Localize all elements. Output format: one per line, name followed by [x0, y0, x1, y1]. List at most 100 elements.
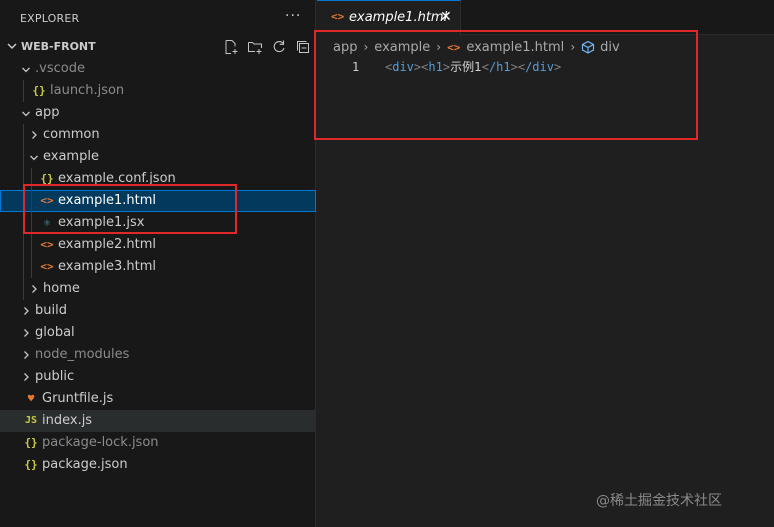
tree-item-label: common [43, 127, 100, 142]
tree-folder-public[interactable]: public [0, 366, 316, 388]
tree-item-label: build [35, 303, 67, 318]
code-line[interactable]: <div><h1>示例1</h1></div> [385, 58, 561, 77]
grunt-file-icon: ♥ [27, 392, 35, 405]
indent-guide [31, 256, 32, 278]
chevron-down-icon[interactable] [29, 151, 39, 163]
breadcrumb-item-file[interactable]: example1.html [466, 40, 564, 55]
file-tree: .vscode {} launch.json app common example {} ex… [0, 58, 316, 476]
tree-item-label: public [35, 369, 75, 384]
tree-item-label: node_modules [35, 347, 130, 362]
tree-file-index-js[interactable]: JS index.js [0, 410, 316, 432]
tree-file-gruntfile-js[interactable]: ♥ Gruntfile.js [0, 388, 316, 410]
watermark: @稀土掘金技术社区 [596, 493, 722, 509]
indent-guide [31, 212, 32, 234]
indent-guide [23, 256, 24, 278]
tree-file-example3-html[interactable]: <> example3.html [0, 256, 316, 278]
project-name: WEB-FRONT [21, 40, 96, 53]
tree-item-label: example3.html [58, 259, 156, 274]
new-file-icon[interactable] [222, 38, 240, 56]
chevron-right-icon[interactable] [21, 327, 31, 339]
tree-file-example1-html[interactable]: <> example1.html [0, 190, 316, 212]
code-tag: div [392, 60, 414, 74]
tree-folder-build[interactable]: build [0, 300, 316, 322]
indent-guide [31, 190, 32, 212]
tree-item-label: example2.html [58, 237, 156, 252]
tree-item-label: global [35, 325, 75, 340]
tree-item-label: example [43, 149, 99, 164]
chevron-down-icon[interactable] [21, 107, 31, 119]
chevron-right-icon[interactable] [29, 283, 39, 295]
html-file-icon: <> [40, 194, 54, 207]
tree-item-label: .vscode [35, 61, 85, 76]
indent-guide [23, 234, 24, 256]
explorer-title: EXPLORER [20, 12, 80, 25]
html-file-icon: <> [331, 10, 345, 23]
indent-guide [23, 80, 24, 102]
html-file-icon: <> [40, 260, 54, 273]
tree-item-label: home [43, 281, 80, 296]
cube-icon [581, 40, 595, 54]
indent-guide [23, 190, 24, 212]
new-folder-icon[interactable] [246, 38, 264, 56]
tree-folder-node-modules[interactable]: node_modules [0, 344, 316, 366]
tree-item-label: example1.jsx [58, 215, 145, 230]
tree-folder-vscode[interactable]: .vscode [0, 58, 316, 80]
indent-guide [23, 278, 24, 300]
close-icon[interactable]: ✕ [440, 9, 452, 25]
tree-folder-app[interactable]: app [0, 102, 316, 124]
tab-bar: <> example1.html ✕ [317, 0, 774, 36]
project-section-header[interactable]: WEB-FRONT [0, 36, 316, 58]
code-bracket: >< [510, 60, 526, 74]
line-number: 1 [352, 60, 360, 74]
tree-folder-home[interactable]: home [0, 278, 316, 300]
code-bracket: >< [413, 60, 429, 74]
breadcrumb-item-div[interactable]: div [600, 40, 620, 55]
code-text: 示例1 [450, 60, 482, 74]
tree-file-package-lock-json[interactable]: {} package-lock.json [0, 432, 316, 454]
tree-item-label: example.conf.json [58, 171, 176, 186]
tree-file-example2-html[interactable]: <> example2.html [0, 234, 316, 256]
html-file-icon: <> [447, 40, 461, 54]
collapse-all-icon[interactable] [294, 38, 312, 56]
json-file-icon: {} [24, 458, 38, 471]
tree-folder-example[interactable]: example [0, 146, 316, 168]
code-tag: /div [525, 60, 554, 74]
tab-example1-html[interactable]: <> example1.html ✕ [317, 0, 461, 36]
html-file-icon: <> [40, 238, 54, 251]
tree-file-example1-jsx[interactable]: ⚛ example1.jsx [0, 212, 316, 234]
tree-item-label: Gruntfile.js [42, 391, 114, 406]
chevron-right-icon[interactable] [29, 129, 39, 141]
code-tag: /h1 [488, 60, 511, 74]
json-file-icon: {} [24, 436, 38, 449]
chevron-right-icon: › [570, 40, 576, 54]
chevron-right-icon: › [436, 40, 442, 54]
code-bracket: > [442, 60, 451, 74]
indent-guide [31, 234, 32, 256]
json-file-icon: {} [40, 172, 54, 185]
more-actions-button[interactable]: ··· [285, 8, 301, 24]
indent-guide [23, 212, 24, 234]
breadcrumb-item-app[interactable]: app [333, 40, 357, 55]
js-file-icon: JS [24, 415, 38, 426]
refresh-icon[interactable] [270, 38, 288, 56]
chevron-right-icon[interactable] [21, 305, 31, 317]
breadcrumb: app › example › <> example1.html › div [333, 38, 620, 56]
code-bracket: > [553, 60, 562, 74]
chevron-down-icon[interactable] [21, 63, 31, 75]
tree-file-package-json[interactable]: {} package.json [0, 454, 316, 476]
tree-folder-common[interactable]: common [0, 124, 316, 146]
indent-guide [31, 168, 32, 190]
code-tag: h1 [428, 60, 443, 74]
indent-guide [23, 168, 24, 190]
chevron-right-icon[interactable] [21, 349, 31, 361]
tree-item-label: package-lock.json [42, 435, 159, 450]
chevron-down-icon [7, 43, 17, 49]
tree-item-label: package.json [42, 457, 128, 472]
indent-guide [23, 146, 24, 168]
tree-folder-global[interactable]: global [0, 322, 316, 344]
tree-file-launch-json[interactable]: {} launch.json [0, 80, 316, 102]
chevron-right-icon: › [363, 40, 369, 54]
tree-file-example-conf-json[interactable]: {} example.conf.json [0, 168, 316, 190]
chevron-right-icon[interactable] [21, 371, 31, 383]
breadcrumb-item-example[interactable]: example [374, 40, 430, 55]
